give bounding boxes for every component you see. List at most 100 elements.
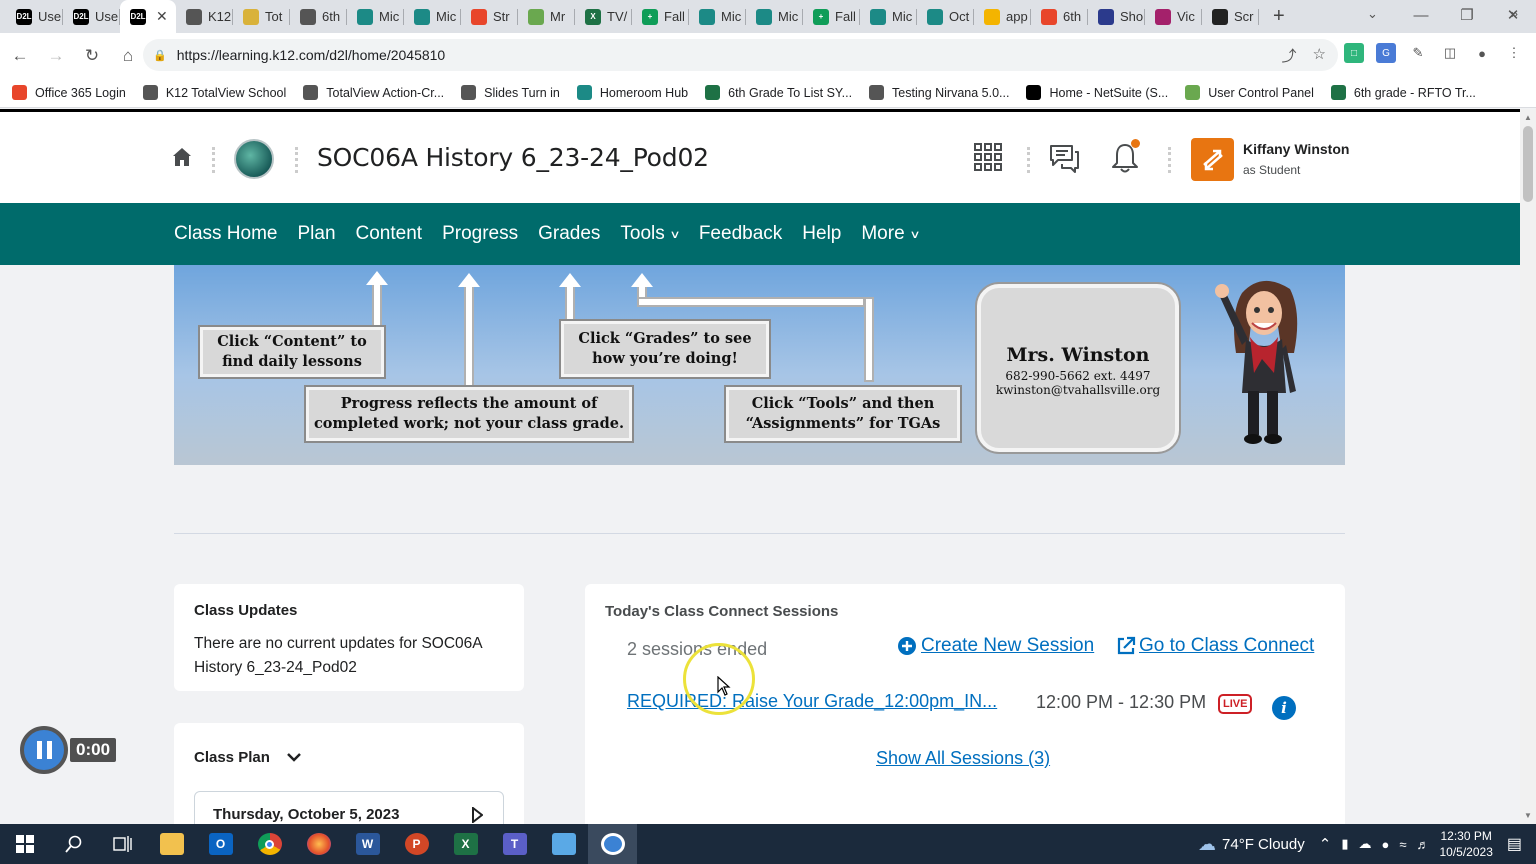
weather-icon[interactable]: ☁: [1198, 834, 1216, 855]
browser-tab[interactable]: + Fall: [632, 0, 689, 33]
browser-tab[interactable]: Mic: [404, 0, 461, 33]
message-alerts-icon[interactable]: [1048, 142, 1080, 174]
word-icon[interactable]: W: [343, 824, 392, 864]
lock-icon[interactable]: 🔒: [153, 49, 167, 62]
side-panel-icon[interactable]: ◫: [1440, 43, 1460, 63]
show-all-sessions-link[interactable]: Show All Sessions (3): [876, 748, 1050, 769]
battery-icon[interactable]: ▮: [1341, 836, 1348, 852]
screen-recorder-icon[interactable]: [588, 824, 637, 864]
clock[interactable]: 12:30 PM 10/5/2023: [1439, 828, 1492, 860]
share-icon[interactable]: ⤴: [1282, 45, 1297, 66]
menu-kebab-icon[interactable]: ⋮: [1504, 43, 1524, 63]
nav-progress[interactable]: Progress: [432, 223, 528, 245]
minimize-button[interactable]: —: [1398, 0, 1444, 33]
user-name[interactable]: Kiffany Winston: [1243, 141, 1349, 157]
more-bookmarks-icon[interactable]: »: [1511, 6, 1518, 21]
chevron-down-icon[interactable]: [287, 753, 301, 763]
nav-content[interactable]: Content: [346, 223, 433, 245]
wifi-icon[interactable]: ≈: [1399, 837, 1406, 852]
reload-icon[interactable]: ↻: [76, 46, 108, 66]
volume-icon[interactable]: ♬: [1416, 837, 1429, 852]
excel-icon[interactable]: X: [441, 824, 490, 864]
bookmark-item[interactable]: Home - NetSuite (S...: [1026, 85, 1168, 100]
nav-more[interactable]: More ∨: [851, 223, 928, 245]
firefox-icon[interactable]: [294, 824, 343, 864]
browser-tab[interactable]: 6th: [1031, 0, 1088, 33]
role-switch-icon[interactable]: [1191, 138, 1234, 181]
translate-extension-icon[interactable]: G: [1376, 43, 1396, 63]
restore-button[interactable]: ❐: [1444, 0, 1490, 33]
pause-recording-button[interactable]: [20, 726, 68, 774]
browser-tab[interactable]: Vic: [1145, 0, 1202, 33]
forward-icon[interactable]: →: [40, 46, 72, 66]
page-title[interactable]: SOC06A History 6_23-24_Pod02: [317, 143, 709, 172]
bookmark-item[interactable]: Homeroom Hub: [576, 85, 688, 100]
browser-tab[interactable]: + Fall: [803, 0, 860, 33]
browser-tab[interactable]: Oct: [917, 0, 974, 33]
browser-tab[interactable]: D2L Use: [6, 0, 63, 33]
chrome-icon[interactable]: [245, 824, 294, 864]
browser-tab[interactable]: app: [974, 0, 1031, 33]
start-button[interactable]: [0, 824, 49, 864]
scroll-thumb[interactable]: [1523, 126, 1533, 202]
info-icon[interactable]: i: [1272, 696, 1296, 720]
nav-feedback[interactable]: Feedback: [689, 223, 792, 245]
bookmark-item[interactable]: 6th grade - RFTO Tr...: [1330, 85, 1476, 100]
close-tab-icon[interactable]: ✕: [156, 8, 168, 25]
notifications-icon[interactable]: ▤: [1507, 834, 1522, 854]
microphone-icon[interactable]: ●: [1381, 837, 1389, 852]
profile-icon[interactable]: ●: [1472, 43, 1492, 63]
scroll-up-icon[interactable]: ▲: [1524, 113, 1532, 122]
nav-class-home[interactable]: Class Home: [164, 223, 287, 245]
bookmark-star-icon[interactable]: ☆: [1313, 45, 1326, 66]
go-to-class-connect-link[interactable]: Go to Class Connect: [1116, 635, 1314, 657]
browser-tab[interactable]: Mic: [347, 0, 404, 33]
task-view-icon[interactable]: [98, 824, 147, 864]
browser-tab[interactable]: K12: [176, 0, 233, 33]
chevron-right-icon[interactable]: [471, 807, 483, 823]
browser-tab[interactable]: Mic: [860, 0, 917, 33]
page-scrollbar[interactable]: ▲ ▼: [1520, 109, 1536, 824]
bookmark-item[interactable]: K12 TotalView School: [142, 85, 286, 100]
url-bar[interactable]: 🔒 https://learning.k12.com/d2l/home/2045…: [143, 39, 1338, 71]
browser-tab[interactable]: Sho: [1088, 0, 1145, 33]
new-tab-icon[interactable]: +: [1273, 5, 1285, 28]
browser-tab[interactable]: X TV/: [575, 0, 632, 33]
powerpoint-icon[interactable]: P: [392, 824, 441, 864]
bookmark-item[interactable]: Office 365 Login: [12, 85, 126, 100]
nav-help[interactable]: Help: [792, 223, 851, 245]
puzzle-icon[interactable]: ✎: [1408, 43, 1428, 63]
app-icon[interactable]: [539, 824, 588, 864]
file-explorer-icon[interactable]: [147, 824, 196, 864]
bookmark-item[interactable]: Slides Turn in: [461, 85, 560, 100]
browser-tab[interactable]: Mic: [689, 0, 746, 33]
scroll-down-icon[interactable]: ▼: [1524, 811, 1532, 820]
search-icon[interactable]: [49, 824, 98, 864]
create-session-link[interactable]: Create New Session: [897, 635, 1094, 657]
home-icon[interactable]: ⌂: [112, 46, 144, 66]
back-icon[interactable]: ←: [4, 46, 36, 66]
outlook-icon[interactable]: O: [196, 824, 245, 864]
bookmark-item[interactable]: User Control Panel: [1185, 85, 1314, 100]
teams-icon[interactable]: T: [490, 824, 539, 864]
nav-grades[interactable]: Grades: [528, 223, 610, 245]
home-icon[interactable]: [172, 147, 192, 167]
browser-tab[interactable]: 6th: [290, 0, 347, 33]
extension-1-icon[interactable]: □: [1344, 43, 1364, 63]
browser-tab[interactable]: Mr: [518, 0, 575, 33]
browser-tab[interactable]: D2L Use: [63, 0, 120, 33]
browser-tab[interactable]: Tot: [233, 0, 290, 33]
chevron-up-icon[interactable]: ⌃: [1319, 835, 1332, 853]
browser-tab[interactable]: Str: [461, 0, 518, 33]
bookmark-item[interactable]: Testing Nirvana 5.0...: [869, 85, 1009, 100]
tab-search-icon[interactable]: ⌄: [1367, 6, 1378, 22]
onedrive-icon[interactable]: ☁: [1358, 836, 1371, 852]
bookmark-item[interactable]: TotalView Action-Cr...: [303, 85, 444, 100]
weather-text[interactable]: 74°F Cloudy: [1222, 836, 1305, 853]
browser-tab[interactable]: Scr: [1202, 0, 1259, 33]
session-link[interactable]: REQUIRED: Raise Your Grade_12:00pm_IN...: [627, 691, 997, 712]
nav-tools[interactable]: Tools ∨: [610, 223, 688, 245]
browser-tab[interactable]: Mic: [746, 0, 803, 33]
course-logo[interactable]: [234, 139, 274, 179]
browser-tab[interactable]: D2L ✕: [120, 0, 176, 33]
